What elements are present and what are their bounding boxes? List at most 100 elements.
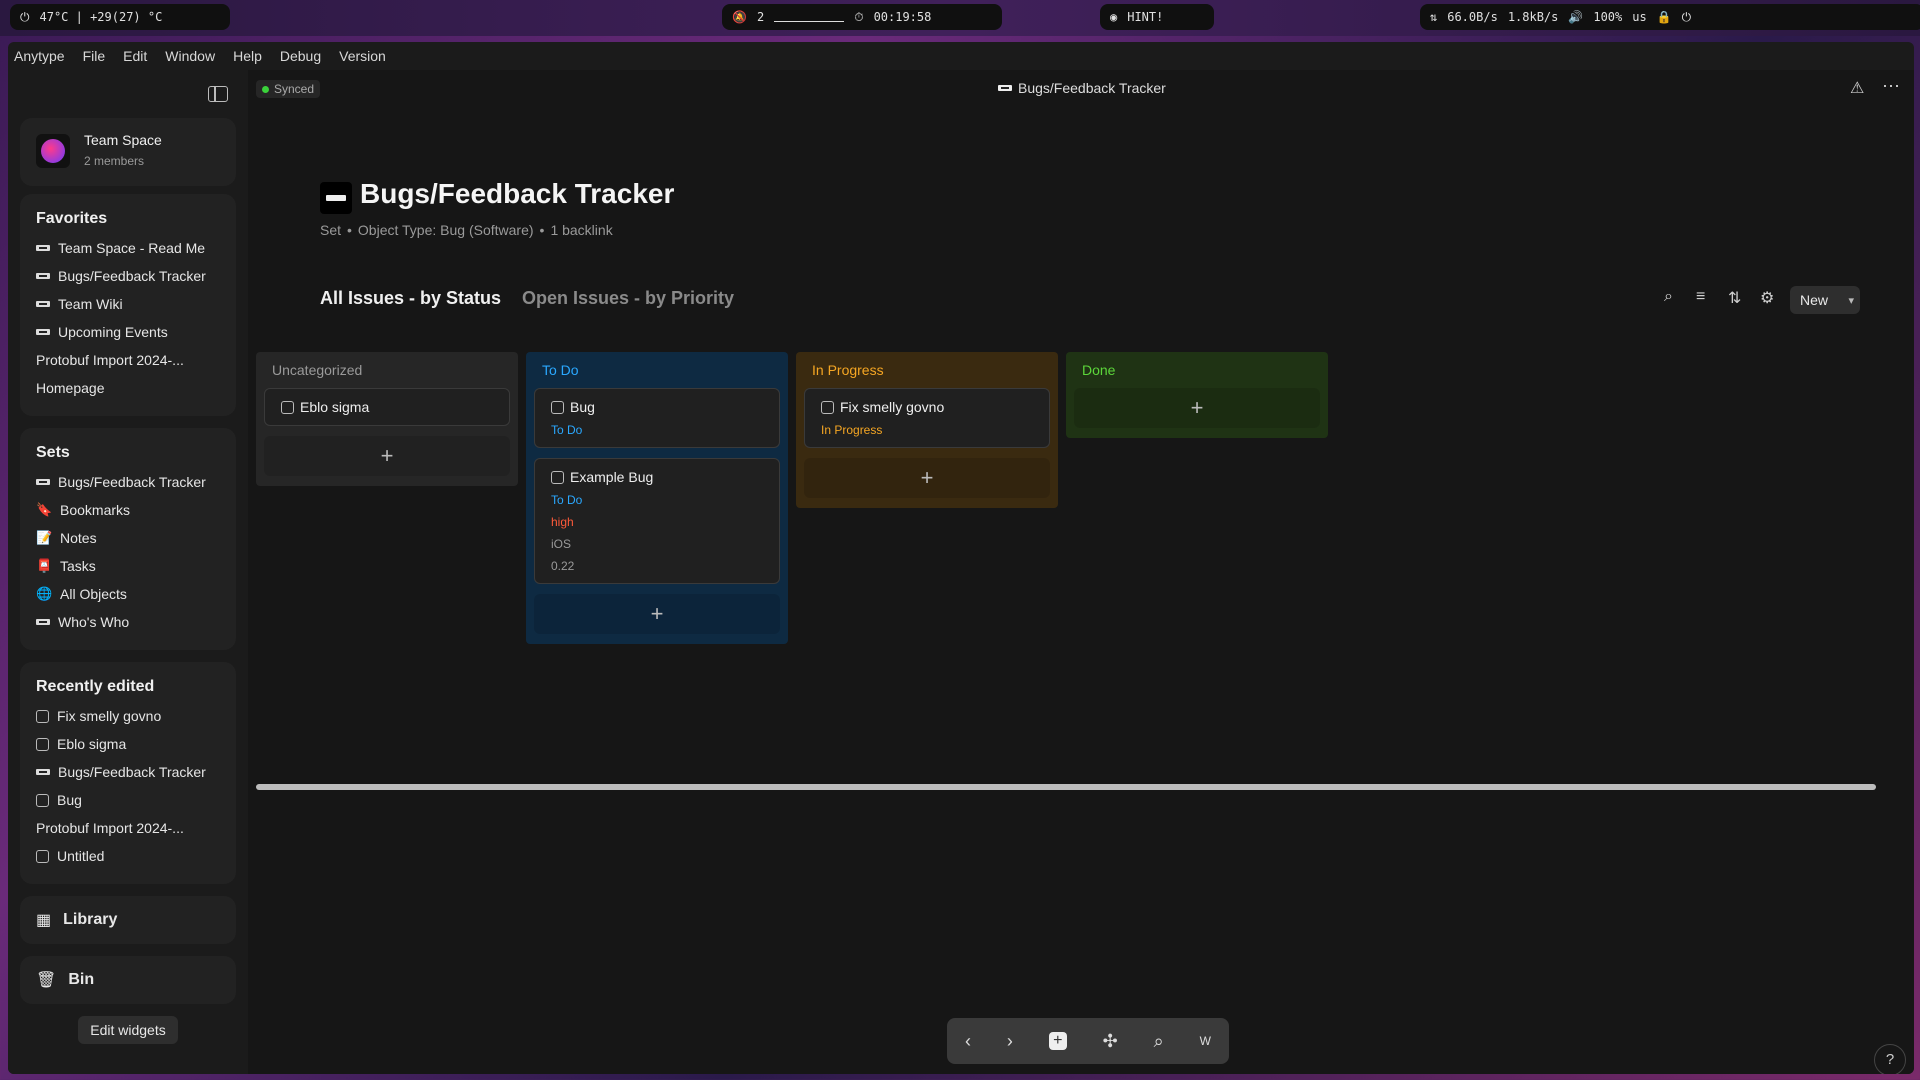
sidebar-item[interactable]: Bugs/Feedback Tracker <box>20 468 236 496</box>
checkbox-icon[interactable] <box>281 400 294 414</box>
kanban-column: Done + <box>1066 352 1328 438</box>
column-title[interactable]: Done <box>1066 352 1328 388</box>
chevron-down-icon[interactable]: ▾ <box>1848 294 1854 307</box>
column-title[interactable]: Uncategorized <box>256 352 518 388</box>
add-card-button[interactable]: + <box>534 594 780 634</box>
more-menu-icon[interactable]: ⋯ <box>1882 76 1900 97</box>
add-card-button[interactable]: + <box>264 436 510 476</box>
settings-icon[interactable]: ⚙ <box>1760 288 1774 308</box>
sidebar-item[interactable]: 📮 Tasks <box>20 552 236 580</box>
menu-debug[interactable]: Debug <box>280 48 321 64</box>
bin-widget[interactable]: 🗑 Bin <box>20 956 236 1004</box>
bin-label: Bin <box>68 971 95 988</box>
checkbox-icon <box>36 793 49 807</box>
sys-hint[interactable]: ◉ HINT! <box>1100 4 1214 30</box>
back-icon[interactable]: ‹ <box>965 1031 971 1052</box>
library-widget[interactable]: ▦ Library <box>20 896 236 944</box>
sidebar-item[interactable]: Fix smelly govno <box>20 702 236 730</box>
sidebar-item[interactable]: Team Wiki <box>20 290 236 318</box>
emoji-icon: 🌐 <box>36 586 53 601</box>
graph-icon[interactable]: ✣ <box>1103 1031 1118 1052</box>
meta-backlink[interactable]: 1 backlink <box>550 222 612 238</box>
column-title[interactable]: In Progress <box>796 352 1058 388</box>
sidebar-item-label: Protobuf Import 2024-... <box>36 352 184 368</box>
workspace-letter[interactable]: W <box>1200 1034 1211 1048</box>
add-card-button[interactable]: + <box>1074 388 1320 428</box>
space-name: Team Space <box>84 132 162 148</box>
edit-widgets-button[interactable]: Edit widgets <box>78 1016 178 1044</box>
filter-icon[interactable]: ≡ <box>1696 288 1705 306</box>
meta-type[interactable]: Object Type: Bug (Software) <box>358 222 534 238</box>
recent-list: Fix smelly govno Eblo sigma Bugs/Feedback … <box>20 702 236 870</box>
system-bar: ⏻ 47°C | +29(27) °C 🔕 2 ⏱ 00:19:58 ◉ HIN… <box>0 0 1920 36</box>
sidebar-item[interactable]: Bugs/Feedback Tracker <box>20 758 236 786</box>
kanban-card[interactable]: Fix smelly govno In Progress <box>804 388 1050 448</box>
search-icon[interactable]: ⌕ <box>1664 288 1673 306</box>
page-icon[interactable] <box>320 182 352 214</box>
card-property: 0.22 <box>551 559 575 573</box>
sidebar-item[interactable]: Upcoming Events <box>20 318 236 346</box>
notif-count: 2 <box>756 10 765 24</box>
help-button[interactable]: ? <box>1874 1044 1906 1074</box>
sidebar-item[interactable]: Who's Who <box>20 608 236 636</box>
emoji-icon: 🔖 <box>36 502 53 517</box>
menu-window[interactable]: Window <box>165 48 215 64</box>
kanban-card[interactable]: Bug To Do <box>534 388 780 448</box>
keyboard-layout[interactable]: us <box>1632 10 1646 24</box>
sidebar-item[interactable]: Homepage <box>20 374 236 402</box>
sidebar-item[interactable]: Protobuf Import 2024-... <box>20 814 236 842</box>
sidebar-item[interactable]: Bug <box>20 786 236 814</box>
sidebar-item-label: All Objects <box>60 586 127 602</box>
bin-icon: 🗑 <box>36 972 57 989</box>
sidebar-item[interactable]: Team Space - Read Me <box>20 234 236 262</box>
meta-set[interactable]: Set <box>320 222 341 238</box>
menu-help[interactable]: Help <box>233 48 262 64</box>
card-property: high <box>551 515 574 529</box>
sidebar-toggle-icon[interactable] <box>208 86 228 102</box>
sidebar-item-label: Upcoming Events <box>58 324 168 340</box>
menu-edit[interactable]: Edit <box>123 48 147 64</box>
kanban-card[interactable]: Example Bug To Do high iOS 0.22 <box>534 458 780 584</box>
card-title: Fix smelly govno <box>840 399 945 415</box>
view-tab-other[interactable]: Open Issues - by Priority <box>522 288 734 309</box>
power-icon: ⏻ <box>20 9 30 24</box>
page-title[interactable]: Bugs/Feedback Tracker <box>360 178 674 210</box>
sidebar-item-label: Team Wiki <box>58 296 123 312</box>
checkbox-icon <box>36 737 49 751</box>
share-icon[interactable]: ⚠ <box>1850 78 1864 98</box>
library-label: Library <box>63 911 118 928</box>
eye-icon: ◉ <box>1110 10 1118 24</box>
checkbox-icon[interactable] <box>551 470 564 484</box>
column-title[interactable]: To Do <box>526 352 788 388</box>
sidebar-item[interactable]: Bugs/Feedback Tracker <box>20 262 236 290</box>
sidebar-item[interactable]: Eblo sigma <box>20 730 236 758</box>
menu-anytype[interactable]: Anytype <box>14 48 65 64</box>
add-card-button[interactable]: + <box>804 458 1050 498</box>
kanban-card[interactable]: Eblo sigma <box>264 388 510 426</box>
lock-icon[interactable]: 🔒 <box>1657 10 1672 24</box>
new-button[interactable]: New ▾ <box>1790 286 1860 314</box>
menu-version[interactable]: Version <box>339 48 386 64</box>
checkbox-icon[interactable] <box>821 400 834 414</box>
header-title: Bugs/Feedback Tracker <box>1018 80 1166 96</box>
sidebar-item[interactable]: 🔖 Bookmarks <box>20 496 236 524</box>
network-icon: ⇅ <box>1430 10 1438 24</box>
sidebar-item[interactable]: Protobuf Import 2024-... <box>20 346 236 374</box>
header-title-wrap[interactable]: Bugs/Feedback Tracker <box>998 80 1166 96</box>
power-off-icon[interactable]: ⏻ <box>1682 10 1692 25</box>
horizontal-scrollbar[interactable] <box>256 784 1876 790</box>
search-nav-icon[interactable]: ⌕ <box>1154 1031 1164 1052</box>
sidebar-item-label: Fix smelly govno <box>57 708 162 724</box>
forward-icon[interactable]: › <box>1007 1031 1013 1052</box>
view-tab-active[interactable]: All Issues - by Status <box>320 288 501 309</box>
checkbox-icon[interactable] <box>551 400 564 414</box>
favorites-title: Favorites <box>36 210 108 227</box>
timer-text: 00:19:58 <box>873 10 932 24</box>
space-widget[interactable]: Team Space 2 members <box>20 118 236 186</box>
sidebar-item[interactable]: Untitled <box>20 842 236 870</box>
sort-icon[interactable]: ⇅ <box>1728 288 1741 308</box>
plus-icon[interactable]: + <box>1048 1032 1067 1050</box>
sidebar-item[interactable]: 🌐 All Objects <box>20 580 236 608</box>
menu-file[interactable]: File <box>83 48 106 64</box>
sidebar-item[interactable]: 📝 Notes <box>20 524 236 552</box>
